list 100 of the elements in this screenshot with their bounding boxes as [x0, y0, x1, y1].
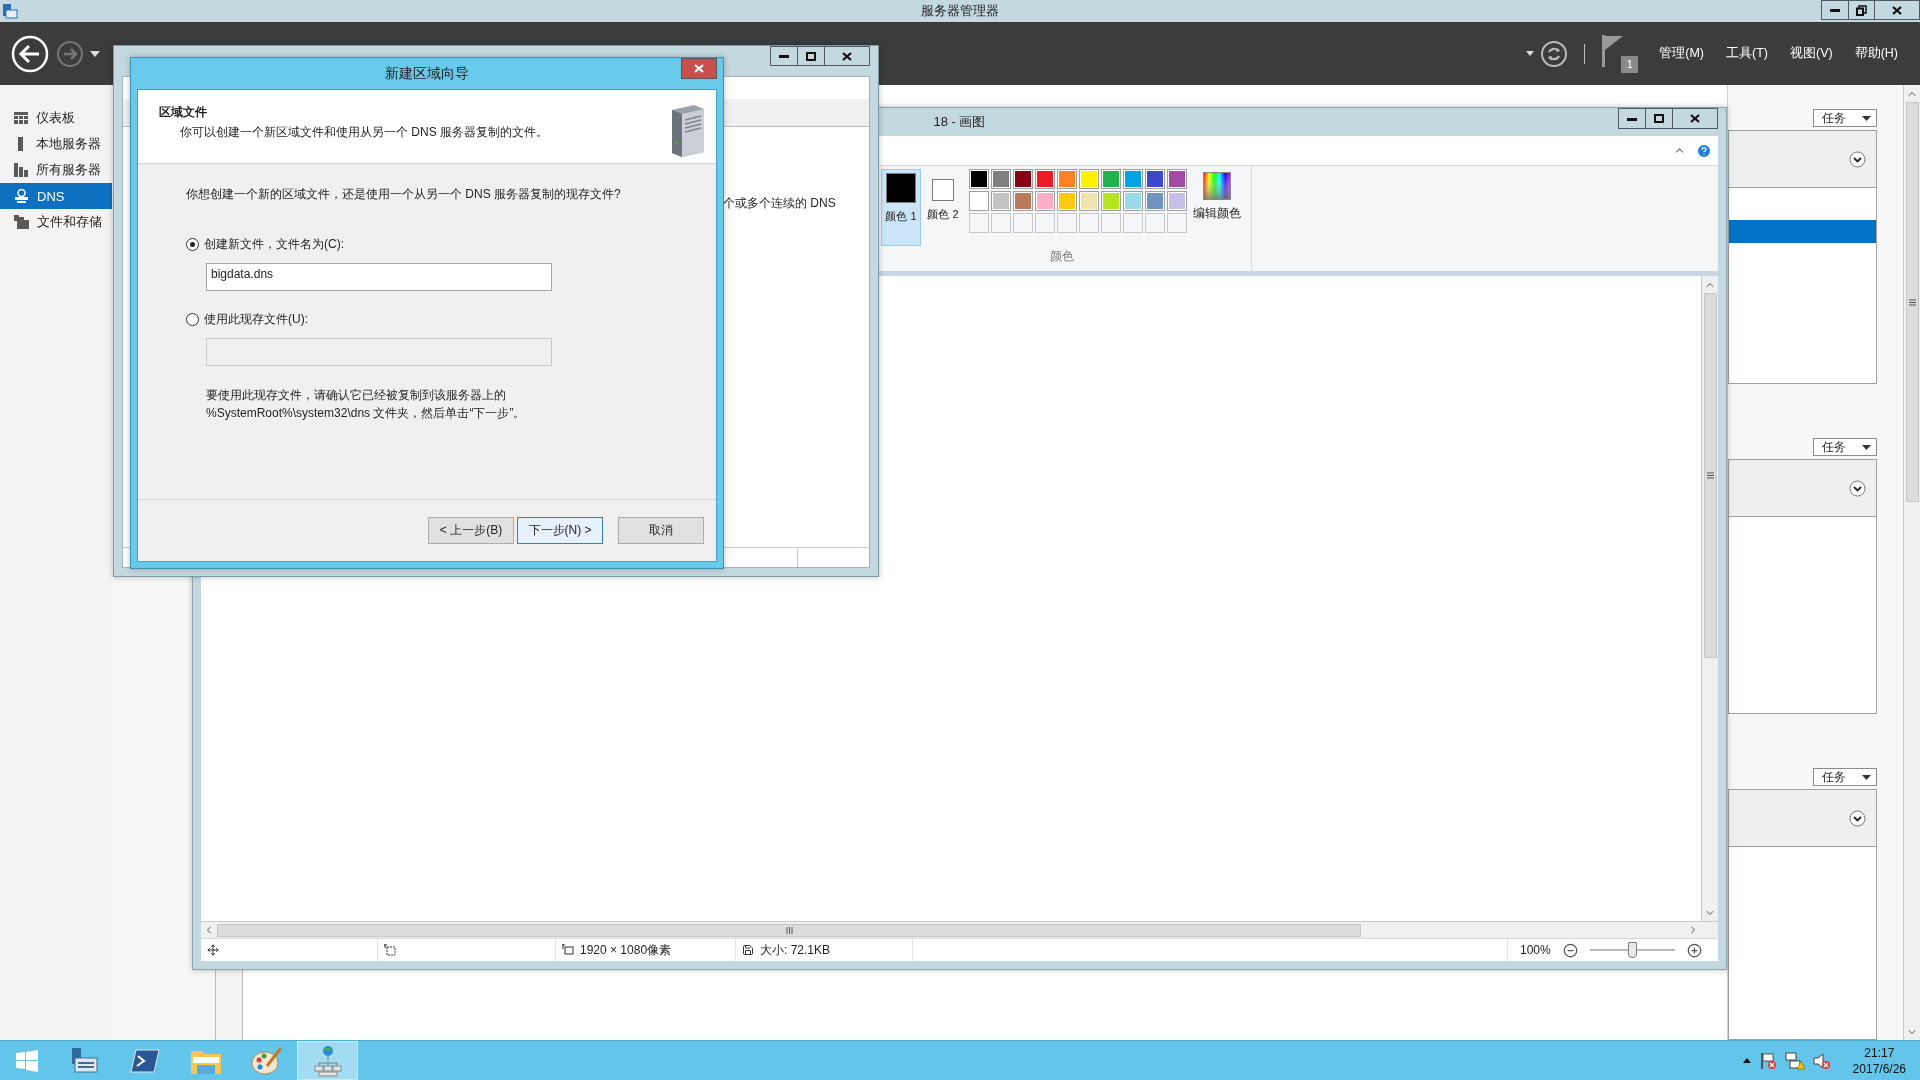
- selection-icon: [384, 944, 396, 956]
- minimize-button[interactable]: [770, 46, 798, 66]
- scrollbar[interactable]: [1701, 276, 1718, 921]
- minimize-icon: [1627, 116, 1637, 121]
- color-swatch[interactable]: [1101, 191, 1121, 211]
- flag-tray-icon[interactable]: [1758, 1051, 1777, 1070]
- file-size: 大小: 72.1KB: [760, 941, 831, 959]
- empty-swatch[interactable]: [1167, 213, 1187, 233]
- color-swatch[interactable]: [1101, 169, 1121, 189]
- close-icon: [842, 51, 852, 61]
- minimize-icon: [1830, 8, 1840, 12]
- empty-swatch[interactable]: [1035, 213, 1055, 233]
- zoom-level: 100%: [1520, 943, 1551, 957]
- radio-button[interactable]: [186, 238, 199, 251]
- chevron-icon[interactable]: [1849, 479, 1866, 497]
- tasks-dropdown[interactable]: 任务: [1813, 768, 1877, 786]
- color-swatch[interactable]: [1167, 191, 1187, 211]
- edit-colors-button[interactable]: 编辑颜色: [1191, 169, 1243, 221]
- taskbar-clock[interactable]: 21:17 2017/6/26: [1852, 1045, 1906, 1076]
- caret-icon: [1862, 774, 1871, 780]
- close-button[interactable]: [824, 46, 870, 66]
- menu-item[interactable]: 工具(T): [1718, 45, 1776, 62]
- color-swatch[interactable]: [969, 191, 989, 211]
- close-button[interactable]: [1874, 0, 1920, 20]
- color-swatch[interactable]: [1079, 191, 1099, 211]
- maximize-button[interactable]: [1645, 108, 1673, 129]
- chevron-icon[interactable]: [1849, 150, 1866, 168]
- color-swatch[interactable]: [1035, 191, 1055, 211]
- empty-swatch[interactable]: [1057, 213, 1077, 233]
- color-swatch[interactable]: [1123, 169, 1143, 189]
- color-swatch[interactable]: [1123, 191, 1143, 211]
- dropdown-icon[interactable]: [90, 50, 100, 57]
- minimize-button[interactable]: [1821, 0, 1849, 20]
- close-button[interactable]: [681, 58, 717, 79]
- tasks-dropdown[interactable]: 任务: [1813, 438, 1877, 456]
- sidebar-item[interactable]: 文件和存储: [0, 209, 112, 235]
- empty-swatch[interactable]: [1145, 213, 1165, 233]
- grip-icon: [1706, 472, 1714, 479]
- scrollbar[interactable]: [201, 921, 1718, 938]
- refresh-icon[interactable]: [1540, 39, 1569, 68]
- dialog-button[interactable]: < 上一步(B): [428, 517, 514, 544]
- chevron-icon[interactable]: [1849, 809, 1866, 827]
- forward-icon[interactable]: [56, 39, 84, 68]
- dialog-button[interactable]: 下一步(N) >: [517, 517, 603, 544]
- minimize-button[interactable]: [1618, 108, 1646, 129]
- tasks-dropdown[interactable]: 任务: [1813, 109, 1877, 127]
- scrollbar[interactable]: [1903, 85, 1920, 1040]
- show-hidden-icons[interactable]: [1742, 1058, 1751, 1063]
- slider-thumb[interactable]: [1628, 942, 1638, 958]
- empty-swatch[interactable]: [1013, 213, 1033, 233]
- color-swatch[interactable]: [1145, 191, 1165, 211]
- back-icon[interactable]: [10, 33, 50, 74]
- color-slot[interactable]: 颜色 2: [925, 169, 961, 246]
- scrollbar-thumb[interactable]: [1905, 102, 1919, 502]
- color-swatch[interactable]: [991, 191, 1011, 211]
- menu-item[interactable]: 视图(V): [1781, 45, 1841, 62]
- taskbar-app[interactable]: [297, 1041, 358, 1080]
- terminal-icon: [129, 1047, 160, 1074]
- color-swatch[interactable]: [1145, 169, 1165, 189]
- color-swatch[interactable]: [1057, 191, 1077, 211]
- grip-icon: [785, 926, 793, 934]
- scrollbar-thumb[interactable]: [217, 923, 1361, 937]
- sidebar-item[interactable]: DNS: [0, 183, 112, 209]
- color-swatch[interactable]: [1079, 169, 1099, 189]
- empty-swatch[interactable]: [969, 213, 989, 233]
- option-label[interactable]: 使用此现存文件(U):: [204, 311, 308, 328]
- sidebar-item[interactable]: 所有服务器: [0, 157, 112, 183]
- color-slot[interactable]: 颜色 1: [881, 169, 921, 246]
- volume-tray-icon[interactable]: [1812, 1051, 1831, 1070]
- empty-swatch[interactable]: [991, 213, 1011, 233]
- empty-swatch[interactable]: [1101, 213, 1121, 233]
- dialog-button[interactable]: 取消: [618, 517, 704, 544]
- storage-icon: [14, 215, 29, 229]
- sidebar-item[interactable]: 本地服务器: [0, 131, 112, 157]
- flag-error-icon: [1758, 1051, 1777, 1070]
- color-swatch[interactable]: [1035, 169, 1055, 189]
- color-swatch[interactable]: [1013, 169, 1033, 189]
- color-swatch[interactable]: [991, 169, 1011, 189]
- help-icon[interactable]: [1696, 142, 1712, 159]
- color-swatch[interactable]: [1167, 169, 1187, 189]
- dropdown-icon[interactable]: [1526, 51, 1535, 56]
- file-name-field[interactable]: bigdata.dns: [206, 263, 552, 291]
- maximize-button[interactable]: [797, 46, 825, 66]
- menu-item[interactable]: 管理(M): [1651, 45, 1712, 62]
- color-swatch[interactable]: [1057, 169, 1077, 189]
- color-swatch[interactable]: [969, 169, 989, 189]
- radio-button[interactable]: [186, 313, 199, 326]
- scrollbar-thumb[interactable]: [1703, 293, 1717, 658]
- menu-item[interactable]: 帮助(H): [1846, 45, 1906, 62]
- empty-swatch[interactable]: [1079, 213, 1099, 233]
- zoom-in-icon[interactable]: [1686, 942, 1702, 958]
- color-swatch[interactable]: [1013, 191, 1033, 211]
- option-label[interactable]: 创建新文件，文件名为(C):: [204, 236, 344, 253]
- restore-button[interactable]: [1848, 0, 1875, 20]
- empty-swatch[interactable]: [1123, 213, 1143, 233]
- close-button[interactable]: [1672, 108, 1718, 129]
- zoom-out-icon[interactable]: [1562, 942, 1578, 958]
- network-tray-icon[interactable]: [1784, 1051, 1805, 1070]
- sidebar-item[interactable]: 仪表板: [0, 105, 112, 131]
- maximize-icon: [1654, 114, 1664, 123]
